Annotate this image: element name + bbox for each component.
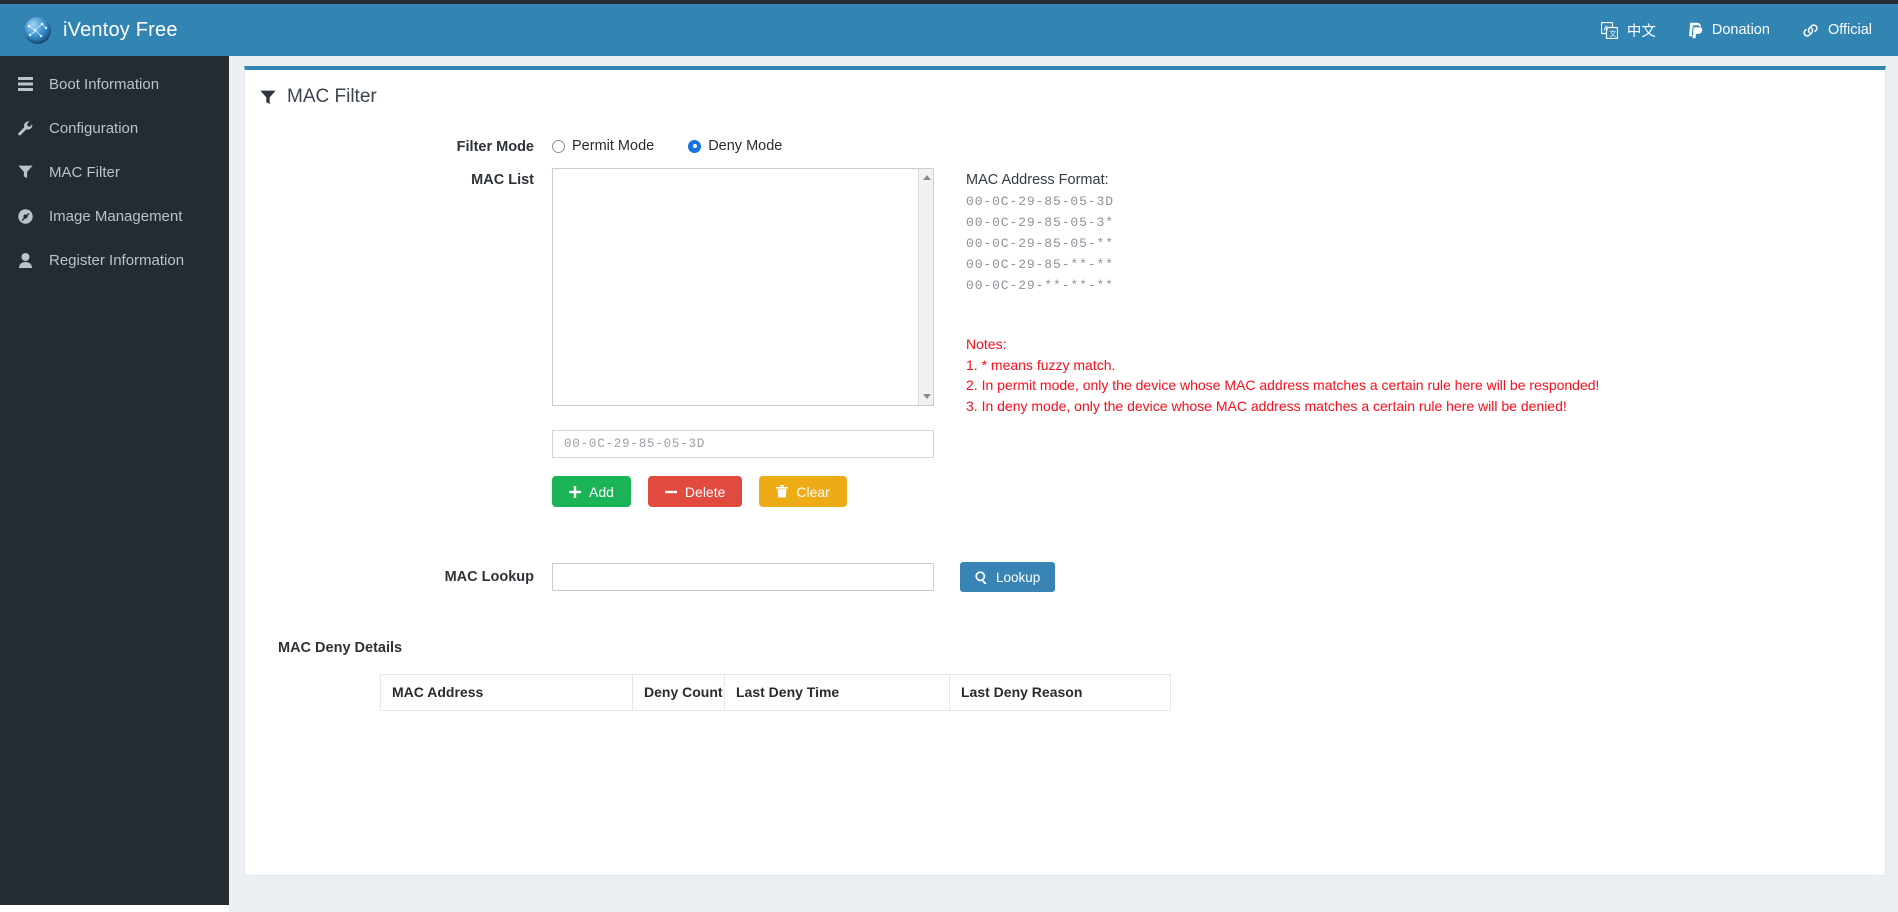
donation-label: Donation (1711, 22, 1770, 38)
radio-deny-mode-label: Deny Mode (708, 138, 783, 154)
official-label: Official (1827, 22, 1872, 38)
server-list-icon (16, 77, 34, 91)
paypal-icon (1688, 22, 1703, 39)
sidebar-item-mac-filter[interactable]: MAC Filter (0, 150, 229, 194)
radio-deny-mode-indicator[interactable] (688, 139, 702, 153)
mac-format-example: 00-0C-29-85-**-** (966, 257, 1114, 272)
notes-title: Notes: (966, 336, 1007, 352)
sidebar-item-label: Configuration (49, 119, 139, 137)
minus-icon (664, 486, 677, 498)
mac-lookup-input[interactable] (552, 563, 934, 591)
page-title: MAC Filter (245, 70, 1885, 108)
funnel-icon (260, 90, 276, 105)
mac-lookup-row: MAC Lookup Lookup (245, 562, 1885, 592)
column-header-mac-address: MAC Address (380, 674, 633, 711)
disc-icon (16, 208, 34, 224)
sidebar-item-label: Image Management (49, 207, 183, 225)
sidebar: Boot Information Configuration MAC Filte… (0, 56, 229, 905)
mac-actions-row: Add Delete Clear (245, 476, 1885, 507)
note-item: 3. In deny mode, only the device whose M… (966, 397, 1567, 414)
svg-text:A: A (1603, 25, 1608, 32)
link-icon (1802, 23, 1819, 38)
mac-lookup-label: MAC Lookup (444, 569, 534, 585)
globe-network-icon (24, 16, 51, 44)
plus-icon (569, 485, 581, 498)
lookup-button-label: Lookup (996, 569, 1041, 585)
trash-icon (776, 485, 789, 498)
radio-permit-mode-label: Permit Mode (572, 138, 655, 154)
language-switch-button[interactable]: A 文 中文 (1600, 20, 1656, 41)
mac-filter-panel: MAC Filter Filter Mode Permit Mode Deny … (244, 66, 1886, 876)
mac-format-example: 00-0C-29-**-**-** (966, 278, 1114, 293)
sidebar-item-configuration[interactable]: Configuration (0, 106, 229, 150)
add-button-label: Add (589, 483, 614, 500)
scroll-up-arrow-icon[interactable] (919, 170, 934, 185)
sidebar-item-label: Register Information (49, 251, 185, 269)
mac-input-row: 00-0C-29-85-05-3D (245, 430, 1885, 458)
mac-list-textarea[interactable] (552, 168, 934, 406)
search-icon (975, 570, 988, 584)
filter-mode-label: Filter Mode (456, 139, 534, 155)
mac-list-scrollbar[interactable] (918, 169, 933, 405)
mac-list-label: MAC List (471, 172, 534, 188)
clear-button-label: Clear (796, 483, 830, 500)
page-title-text: MAC Filter (287, 86, 377, 107)
mac-format-title: MAC Address Format: (966, 172, 1109, 188)
brand[interactable]: iVentoy Free (0, 4, 229, 56)
lookup-button[interactable]: Lookup (960, 562, 1056, 592)
column-header-last-deny-time: Last Deny Time (724, 674, 950, 711)
funnel-icon (16, 165, 34, 179)
translate-icon: A 文 (1600, 21, 1618, 39)
sidebar-item-image-management[interactable]: Image Management (0, 194, 229, 238)
svg-text:文: 文 (1609, 29, 1616, 38)
mac-format-example: 00-0C-29-85-05-3* (966, 215, 1114, 230)
radio-deny-mode[interactable]: Deny Mode (688, 138, 782, 154)
mac-input[interactable]: 00-0C-29-85-05-3D (552, 430, 934, 458)
filter-mode-row: Filter Mode Permit Mode Deny Mode (245, 138, 1885, 155)
user-icon (16, 252, 34, 268)
mac-format-notes: Notes: 1. * means fuzzy match. 2. In per… (966, 334, 1599, 416)
mac-action-buttons: Add Delete Clear (552, 476, 847, 507)
clear-button[interactable]: Clear (759, 476, 847, 507)
filter-mode-options: Permit Mode Deny Mode (552, 138, 782, 154)
mac-format-example: 00-0C-29-85-05-** (966, 236, 1114, 251)
wrench-icon (16, 120, 34, 136)
sidebar-item-label: Boot Information (49, 75, 160, 93)
mac-list-row: MAC List MAC Address Format: 00-0C-29-85… (245, 168, 1885, 416)
mac-format-help: MAC Address Format: 00-0C-29-85-05-3D 00… (966, 168, 1599, 416)
column-header-last-deny-reason: Last Deny Reason (949, 674, 1171, 711)
deny-details-title: MAC Deny Details (278, 640, 403, 656)
delete-button[interactable]: Delete (647, 476, 743, 507)
official-site-button[interactable]: Official (1802, 22, 1872, 38)
table-header-row: MAC Address Deny Count Last Deny Time La… (380, 674, 1171, 711)
content-area: MAC Filter Filter Mode Permit Mode Deny … (229, 56, 1898, 912)
app-header: iVentoy Free A 文 中文 Donation Official (0, 4, 1898, 56)
column-header-deny-count: Deny Count (632, 674, 725, 711)
header-actions: A 文 中文 Donation Official (1600, 4, 1898, 56)
sidebar-item-boot-information[interactable]: Boot Information (0, 62, 229, 106)
radio-permit-mode[interactable]: Permit Mode (552, 138, 654, 154)
add-button[interactable]: Add (552, 476, 631, 507)
language-label: 中文 (1626, 23, 1656, 40)
note-item: 1. * means fuzzy match. (966, 356, 1116, 373)
radio-permit-mode-indicator[interactable] (552, 139, 565, 153)
mac-format-example: 00-0C-29-85-05-3D (966, 194, 1114, 209)
delete-button-label: Delete (684, 483, 726, 500)
deny-details-table: MAC Address Deny Count Last Deny Time La… (380, 674, 1171, 711)
sidebar-item-label: MAC Filter (49, 163, 120, 181)
note-item: 2. In permit mode, only the device whose… (966, 377, 1600, 393)
scroll-down-arrow-icon[interactable] (919, 389, 934, 404)
sidebar-item-register-information[interactable]: Register Information (0, 238, 229, 282)
brand-title: iVentoy Free (63, 18, 178, 41)
donation-button[interactable]: Donation (1688, 22, 1770, 39)
